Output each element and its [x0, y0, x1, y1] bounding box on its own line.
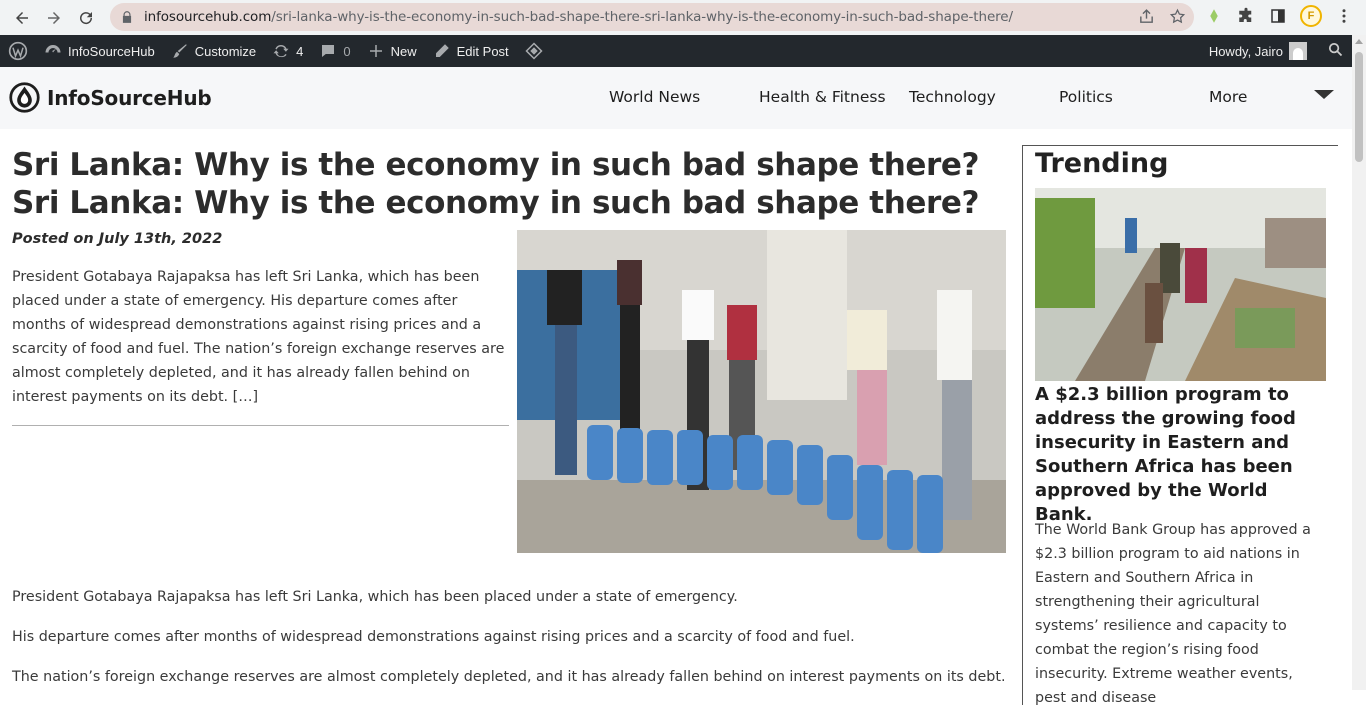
article-paragraph-2: His departure comes after months of wide…: [12, 629, 855, 645]
reload-icon[interactable]: [70, 2, 102, 34]
lock-icon: [120, 10, 134, 24]
comments-count: 0: [343, 43, 351, 59]
divider: [12, 425, 509, 426]
nav-technology[interactable]: Technology: [909, 88, 996, 106]
trending-image[interactable]: [1035, 188, 1326, 381]
admin-site-name: InfoSourceHub: [68, 43, 155, 59]
trending-sidebar: Trending A $2.3 billion program to addre…: [1022, 145, 1338, 706]
page-scrollbar[interactable]: [1352, 35, 1366, 690]
bookmark-star-icon[interactable]: [1169, 8, 1186, 30]
trending-headline[interactable]: A $2.3 billion program to address the gr…: [1035, 383, 1327, 527]
edit-post-label: Edit Post: [456, 43, 509, 59]
post-date: Posted on July 13th, 2022: [12, 231, 223, 247]
scroll-thumb[interactable]: [1355, 52, 1363, 162]
article-title: Sri Lanka: Why is the economy in such ba…: [12, 147, 980, 221]
profile-avatar[interactable]: F: [1300, 5, 1322, 27]
browser-toolbar: infosourcehub.com/sri-lanka-why-is-the-e…: [0, 0, 1366, 35]
pencil-icon: [435, 44, 449, 57]
url-text: infosourcehub.com/sri-lanka-why-is-the-e…: [144, 9, 1013, 25]
updates-count: 4: [296, 43, 304, 59]
article-paragraph-1: President Gotabaya Rajapaksa has left Sr…: [12, 589, 738, 605]
chevron-down-icon[interactable]: [1314, 90, 1334, 99]
search-icon[interactable]: [1327, 41, 1344, 61]
customize-label: Customize: [194, 43, 257, 59]
extension-leaf-icon[interactable]: [1204, 6, 1224, 26]
site-logo[interactable]: InfoSourceHub: [8, 81, 212, 114]
drop-logo-icon: [9, 82, 40, 113]
browser-menu-icon[interactable]: [1334, 6, 1354, 26]
nav-world-news[interactable]: World News: [609, 88, 700, 106]
howdy-user[interactable]: Howdy, Jairo: [1209, 44, 1283, 59]
nav-health-fitness[interactable]: Health & Fitness: [759, 88, 886, 106]
back-icon[interactable]: [6, 2, 38, 34]
article-excerpt: President Gotabaya Rajapaksa has left Sr…: [12, 269, 505, 405]
site-title: InfoSourceHub: [47, 85, 212, 110]
avatar[interactable]: [1289, 42, 1307, 60]
scroll-up-icon[interactable]: [1355, 39, 1363, 44]
share-icon[interactable]: [1138, 8, 1155, 30]
forward-icon[interactable]: [38, 2, 70, 34]
new-content-link[interactable]: New: [359, 35, 425, 67]
admin-site-link[interactable]: InfoSourceHub: [36, 35, 163, 67]
comment-icon: [322, 45, 335, 57]
updates-link[interactable]: 4: [264, 35, 311, 67]
wp-admin-bar: InfoSourceHub Customize 4 0 New Edit Pos…: [0, 35, 1352, 67]
address-bar[interactable]: infosourcehub.com/sri-lanka-why-is-the-e…: [110, 3, 1194, 31]
nav-more[interactable]: More: [1209, 88, 1247, 106]
article-paragraph-3: The nation’s foreign exchange reserves a…: [12, 669, 1006, 685]
extensions-puzzle-icon[interactable]: [1236, 6, 1256, 26]
trending-summary: The World Bank Group has approved a $2.3…: [1035, 522, 1311, 706]
wordpress-logo-icon[interactable]: [0, 35, 36, 67]
customize-link[interactable]: Customize: [163, 35, 264, 67]
new-label: New: [390, 43, 417, 59]
nav-politics[interactable]: Politics: [1059, 88, 1113, 106]
updates-icon: [273, 44, 289, 58]
dashboard-icon: [45, 45, 61, 53]
comments-link[interactable]: 0: [311, 35, 358, 67]
diamond-plugin-icon[interactable]: [517, 35, 557, 67]
trending-title: Trending: [1035, 148, 1169, 179]
brush-icon: [172, 44, 187, 58]
side-panel-icon[interactable]: [1268, 6, 1288, 26]
featured-image: [517, 230, 1006, 553]
plus-icon: [369, 45, 382, 57]
edit-post-link[interactable]: Edit Post: [425, 35, 517, 67]
site-header: InfoSourceHub World News Health & Fitnes…: [0, 67, 1352, 129]
